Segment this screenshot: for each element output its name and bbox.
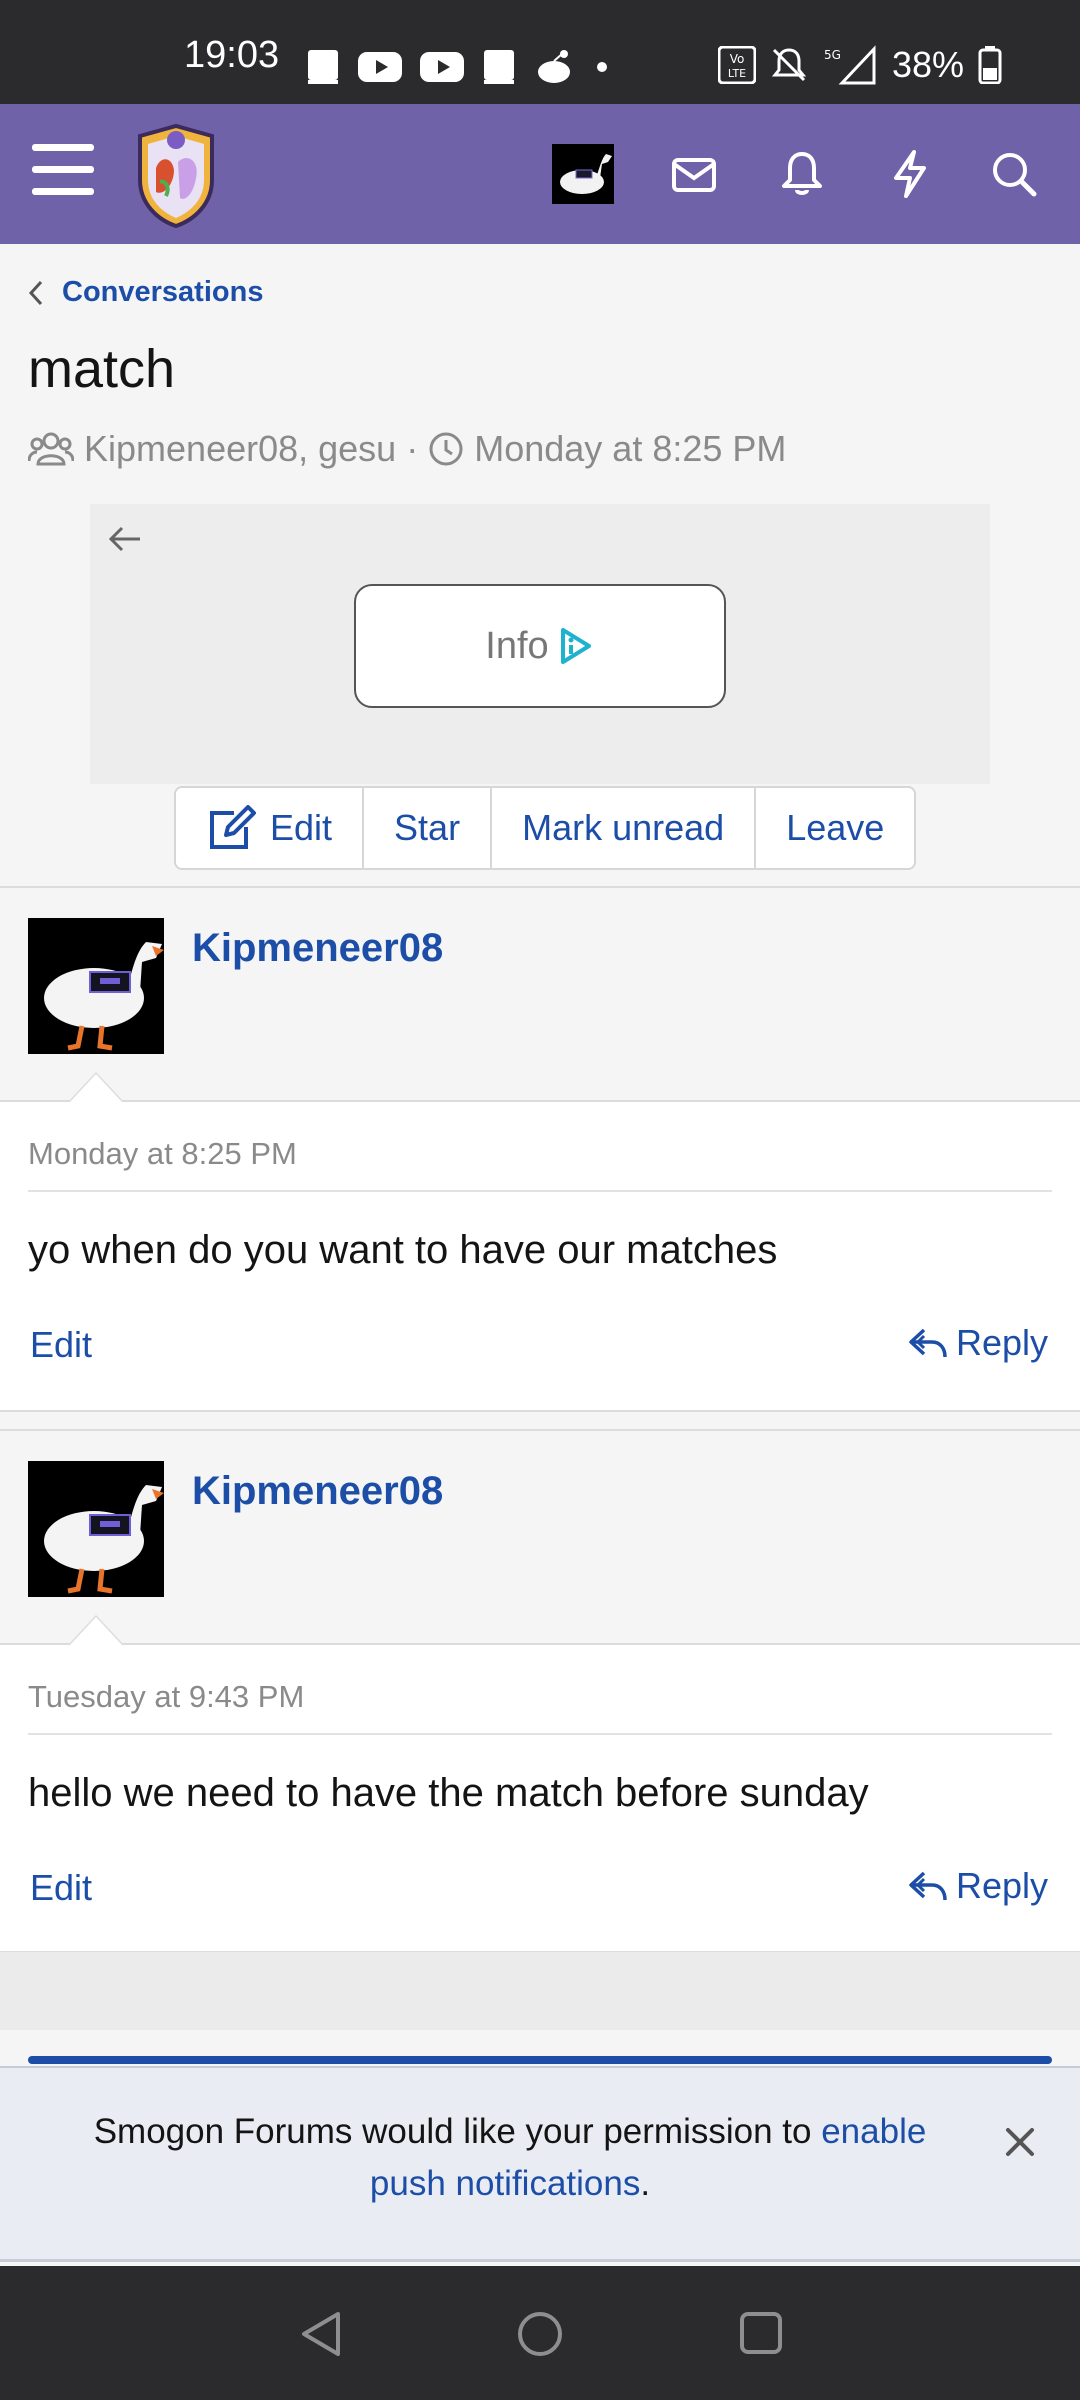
menu-icon[interactable] — [32, 144, 94, 196]
notification-icons — [306, 48, 612, 86]
message-edit-link[interactable]: Edit — [30, 1867, 92, 1909]
message-username[interactable]: Kipmeneer08 — [192, 1469, 443, 1514]
breadcrumb-conversations-link[interactable]: Conversations — [62, 276, 263, 309]
push-notification-text: Smogon Forums would like your permission… — [60, 2106, 960, 2210]
message-username[interactable]: Kipmeneer08 — [192, 926, 443, 971]
volte-icon: VoLTE — [718, 46, 756, 84]
system-icons: Vo LTE 5G 38% — [718, 44, 1002, 86]
edit-conversation-button[interactable]: Edit — [176, 788, 365, 868]
page-title: match — [28, 339, 176, 399]
reply-icon — [909, 1328, 947, 1358]
ad-box: Info — [90, 504, 990, 784]
svg-text:5G: 5G — [824, 48, 841, 62]
conversation-meta: Kipmeneer08, gesu · Monday at 8:25 PM — [28, 428, 786, 470]
status-time: 19:03 — [184, 34, 280, 76]
message-user-block: Kipmeneer08 — [0, 1431, 1080, 1645]
message-date[interactable]: Tuesday at 9:43 PM — [28, 1679, 304, 1715]
youtube-icon — [420, 52, 464, 82]
bolt-icon[interactable] — [884, 148, 936, 200]
home-icon[interactable] — [516, 2310, 564, 2358]
mark-unread-button[interactable]: Mark unread — [492, 788, 757, 868]
svg-text:LTE: LTE — [728, 67, 746, 80]
avatar[interactable] — [28, 918, 164, 1054]
status-bar: 19:03 Vo LTE 5G 38% — [0, 0, 1080, 104]
edit-label: Edit — [270, 807, 333, 848]
conversation-start-date: Monday at 8:25 PM — [474, 428, 787, 469]
message-pointer-fill — [70, 1074, 122, 1102]
mail-icon[interactable] — [668, 148, 720, 200]
arrow-left-icon[interactable] — [108, 524, 142, 554]
message: Kipmeneer08 Tuesday at 9:43 PM hello we … — [0, 1429, 1080, 1953]
breadcrumb[interactable]: Conversations — [28, 276, 263, 309]
chevron-left-icon — [28, 280, 43, 305]
mute-icon — [771, 48, 807, 82]
system-navigation-bar — [0, 2266, 1080, 2400]
search-icon[interactable] — [988, 148, 1040, 200]
clock-icon — [429, 432, 463, 466]
section-spacer — [0, 1952, 1080, 2030]
edit-icon — [210, 805, 256, 849]
message-user-block: Kipmeneer08 — [0, 888, 1080, 1102]
reply-label: Reply — [955, 1865, 1048, 1906]
reply-icon — [909, 1871, 947, 1901]
leave-button[interactable]: Leave — [756, 788, 914, 868]
reply-form-top-border — [28, 2056, 1052, 2064]
meta-separator: · — [406, 428, 419, 469]
close-icon[interactable] — [1004, 2126, 1036, 2158]
message-body: yo when do you want to have our matches — [28, 1228, 778, 1272]
battery-icon — [978, 46, 1002, 84]
bell-icon[interactable] — [776, 148, 828, 200]
svg-text:Vo: Vo — [730, 52, 745, 66]
message-reply-button[interactable]: Reply — [908, 1322, 1048, 1364]
divider — [28, 1733, 1052, 1735]
message-edit-link[interactable]: Edit — [30, 1324, 92, 1366]
ad-info-label: Info — [485, 624, 549, 667]
5g-signal-icon: 5G — [824, 45, 876, 85]
star-button[interactable]: Star — [364, 788, 493, 868]
message-reply-button[interactable]: Reply — [908, 1865, 1048, 1907]
message: Kipmeneer08 Monday at 8:25 PM yo when do… — [0, 886, 1080, 1412]
book-icon — [484, 50, 514, 84]
users-icon — [28, 432, 74, 466]
participants[interactable]: Kipmeneer08, gesu — [84, 428, 396, 470]
dot-icon — [597, 62, 607, 72]
message-pointer-fill — [70, 1617, 122, 1645]
avatar[interactable] — [552, 144, 614, 204]
push-notification-banner: Smogon Forums would like your permission… — [0, 2066, 1080, 2262]
back-icon[interactable] — [298, 2310, 344, 2358]
battery-percentage: 38% — [892, 44, 965, 85]
logo-icon[interactable] — [130, 122, 222, 228]
ad-choices-icon — [560, 628, 591, 664]
push-message: Smogon Forums would like your permission… — [93, 2112, 822, 2151]
conversation-actions: Edit Star Mark unread Leave — [174, 786, 917, 870]
app-header — [0, 104, 1080, 244]
reddit-icon — [538, 50, 570, 83]
message-body: hello we need to have the match before s… — [28, 1771, 869, 1815]
ad-info-button[interactable]: Info — [354, 584, 726, 708]
recents-icon[interactable] — [738, 2310, 784, 2356]
avatar[interactable] — [28, 1461, 164, 1597]
youtube-icon — [358, 52, 402, 82]
reply-label: Reply — [955, 1322, 1048, 1363]
book-icon — [308, 50, 338, 84]
divider — [28, 1190, 1052, 1192]
push-suffix: . — [640, 2164, 651, 2203]
message-date[interactable]: Monday at 8:25 PM — [28, 1136, 297, 1172]
